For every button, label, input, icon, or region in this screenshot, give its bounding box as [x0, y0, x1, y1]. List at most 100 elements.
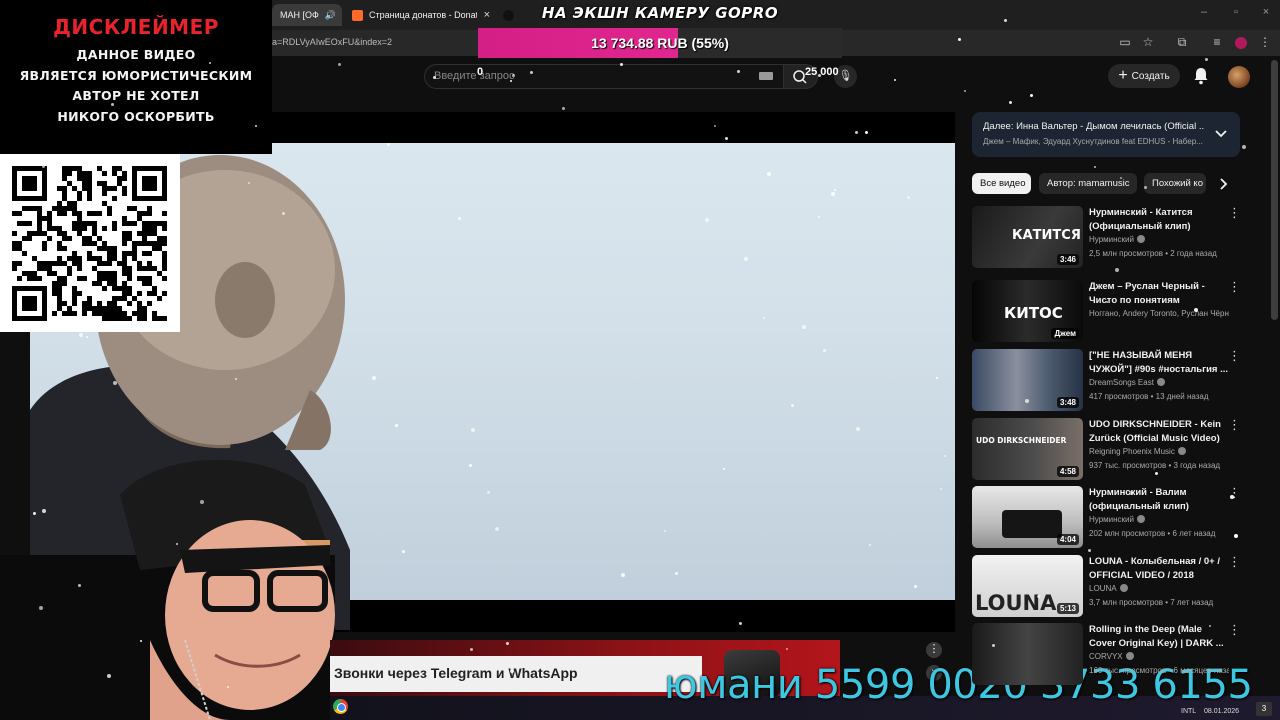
video-meta: 2,5 млн просмотров • 2 года назад [1089, 249, 1217, 258]
channel-name[interactable]: Ноггано, Andery Toronto, Руслан Чёрн... [1089, 309, 1229, 318]
video-meta: 3,7 млн просмотров • 7 лет назад [1089, 598, 1214, 607]
channel-name[interactable]: Нурминский [1089, 515, 1229, 524]
video-meta: 937 тыс. просмотров • 3 года назад [1089, 461, 1221, 470]
create-button[interactable]: + Создать [1108, 64, 1180, 88]
duration-badge: 3:48 [1056, 397, 1079, 408]
disclaimer-line: ЯВЛЯЕТСЯ ЮМОРИСТИЧЕСКИМ [19, 67, 253, 83]
channel-label: Нурминский [1089, 235, 1134, 244]
menu-icon[interactable]: ⋮ [1258, 34, 1272, 50]
channel-name[interactable]: LOUNA [1089, 584, 1229, 593]
profile-icon[interactable] [1234, 34, 1248, 50]
recommendation-item[interactable]: UDO DIRKSCHNEIDER 4:58 UDO DIRKSCHNEIDER… [972, 418, 1252, 482]
video-thumbnail[interactable] [972, 623, 1083, 685]
channel-name[interactable]: Reigning Phoenix Music [1089, 447, 1229, 456]
more-options-icon[interactable]: ⋮ [1228, 486, 1241, 501]
bell-icon[interactable] [1192, 66, 1210, 86]
recommendation-item[interactable]: 3:48 ["НЕ НАЗЫВАЙ МЕНЯ ЧУЖОЙ"] #90s #нос… [972, 349, 1252, 413]
taskbar-language[interactable]: INTL [1181, 708, 1196, 715]
video-thumbnail[interactable]: 3:48 [972, 349, 1083, 411]
video-title[interactable]: ["НЕ НАЗЫВАЙ МЕНЯ ЧУЖОЙ"] #90s #ностальг… [1089, 349, 1229, 376]
tab-donation-page[interactable]: Страница донатов - Donation × [344, 4, 498, 26]
cast-icon[interactable]: ▭ [1118, 34, 1132, 50]
more-options-icon[interactable]: ⋮ [1228, 418, 1241, 433]
recommendation-item[interactable]: КИТОС Джем Джем – Руслан Черный - Чисто … [972, 280, 1252, 344]
duration-badge: 4:58 [1056, 466, 1079, 477]
up-next-title[interactable]: Далее: Инна Вальтер - Дымом лечилась (Of… [983, 121, 1205, 132]
disclaimer-overlay: ДИСКЛЕЙМЕР ДАННОЕ ВИДЕО ЯВЛЯЕТСЯ ЮМОРИСТ… [0, 0, 272, 154]
duration-badge: 4:04 [1056, 534, 1079, 545]
more-options-icon[interactable]: ⋮ [1228, 555, 1241, 570]
channel-label: LOUNA [1089, 584, 1117, 593]
video-title[interactable]: UDO DIRKSCHNEIDER - Kein Zurück (Officia… [1089, 418, 1229, 445]
donation-goal-max: 25 000 [805, 66, 839, 78]
video-title[interactable]: Нурминский - Катится (Официальный клип) [1089, 206, 1229, 233]
recommendation-item[interactable]: 4:04 Нурминский - Валим (официальный кли… [972, 486, 1252, 550]
verified-icon [1156, 378, 1165, 386]
chevron-down-icon[interactable] [1212, 124, 1230, 142]
more-options-icon[interactable]: ⋮ [1228, 349, 1241, 364]
disclaimer-line: НИКОГО ОСКОРБИТЬ [57, 108, 215, 124]
recommendation-item[interactable]: КАТИТСЯ 3:46 Нурминский - Катится (Офици… [972, 206, 1252, 270]
speaker-icon[interactable]: 🔊 [325, 10, 336, 21]
donation-goal-title: НА ЭКШН КАМЕРУ GOPRO [541, 4, 779, 22]
snowflake [1094, 166, 1096, 168]
chevron-right-icon[interactable] [1214, 174, 1232, 194]
more-options-icon[interactable]: ⋮ [1228, 280, 1241, 295]
duration-badge: 3:46 [1056, 254, 1079, 265]
disclaimer-title: ДИСКЛЕЙМЕР [53, 15, 219, 39]
channel-name[interactable]: DreamSongs East [1089, 378, 1229, 387]
video-thumbnail[interactable]: LOUNA 5:13 [972, 555, 1083, 617]
video-thumbnail[interactable]: КАТИТСЯ 3:46 [972, 206, 1083, 268]
chip-similar[interactable]: Похожий ко [1144, 173, 1206, 194]
page-scrollbar[interactable] [1271, 60, 1278, 320]
video-meta: 202 млн просмотров • 6 лет назад [1089, 529, 1216, 538]
taskbar-date[interactable]: 08.01.2026 [1204, 708, 1239, 715]
disclaimer-line: ДАННОЕ ВИДЕО [76, 47, 196, 62]
tab-label: МАН [ОФ [280, 10, 319, 20]
chip-author[interactable]: Автор: mamamusic [1039, 173, 1137, 194]
video-meta: 417 просмотров • 13 дней назад [1089, 392, 1209, 401]
keyboard-icon[interactable] [759, 72, 773, 80]
thumbnail-text: КАТИТСЯ [1012, 228, 1081, 243]
create-label: Создать [1131, 70, 1170, 82]
mix-badge: Джем [1051, 328, 1079, 339]
star-icon[interactable]: ☆ [1141, 34, 1155, 50]
playlist-icon[interactable]: ≡ [1210, 34, 1224, 50]
video-title[interactable]: LOUNA - Колыбельная / 0+ / OFFICIAL VIDE… [1089, 555, 1229, 582]
up-next-card[interactable] [972, 112, 1240, 157]
donation-goal-min: 0 [477, 66, 484, 78]
chrome-icon[interactable] [333, 699, 348, 714]
donation-goal-amount: 13 734.88 RUB (55%) [591, 35, 729, 51]
notification-badge[interactable]: 3 [1256, 702, 1272, 716]
maximize-icon[interactable]: ▫ [1226, 6, 1246, 18]
video-title[interactable]: Джем – Руслан Черный - Чисто по понятиям [1089, 280, 1229, 307]
disclaimer-line: АВТОР НЕ ХОТЕЛ [72, 88, 200, 103]
video-title[interactable]: Rolling in the Deep (Male Cover Original… [1089, 623, 1229, 650]
thumbnail-text: UDO DIRKSCHNEIDER [976, 436, 1067, 445]
close-window-icon[interactable]: × [1256, 6, 1276, 18]
video-thumbnail[interactable]: КИТОС Джем [972, 280, 1083, 342]
minimize-icon[interactable]: – [1194, 6, 1214, 18]
video-thumbnail[interactable]: 4:04 [972, 486, 1083, 548]
channel-label: CORVYX [1089, 652, 1123, 661]
thumbnail-text: LOUNA [975, 591, 1057, 615]
extensions-icon[interactable]: ⧉ [1175, 34, 1189, 50]
snowflake [562, 107, 565, 110]
video-title[interactable]: Нурминский - Валим (официальный клип) [1089, 486, 1229, 513]
channel-name[interactable]: CORVYX [1089, 652, 1229, 661]
duration-badge: 5:13 [1056, 603, 1079, 614]
ad-more-icon[interactable]: ⋮ [926, 642, 942, 658]
channel-label: Нурминский [1089, 515, 1134, 524]
chip-all-videos[interactable]: Все видео [972, 173, 1031, 194]
more-options-icon[interactable]: ⋮ [1228, 623, 1241, 638]
recommendation-item[interactable]: LOUNA 5:13 LOUNA - Колыбельная / 0+ / OF… [972, 555, 1252, 619]
channel-name[interactable]: Нурминский [1089, 235, 1229, 244]
recommendation-item[interactable]: Rolling in the Deep (Male Cover Original… [972, 623, 1252, 687]
more-options-icon[interactable]: ⋮ [1228, 206, 1241, 221]
video-thumbnail[interactable]: UDO DIRKSCHNEIDER 4:58 [972, 418, 1083, 480]
avatar-icon[interactable] [1228, 66, 1250, 88]
thumbnail-car [1002, 510, 1062, 538]
ad-title[interactable]: Звонки через Telegram и WhatsApp [334, 665, 578, 681]
channel-label: DreamSongs East [1089, 378, 1154, 387]
tab-youtube-video[interactable]: МАН [ОФ 🔊 × [272, 4, 342, 26]
